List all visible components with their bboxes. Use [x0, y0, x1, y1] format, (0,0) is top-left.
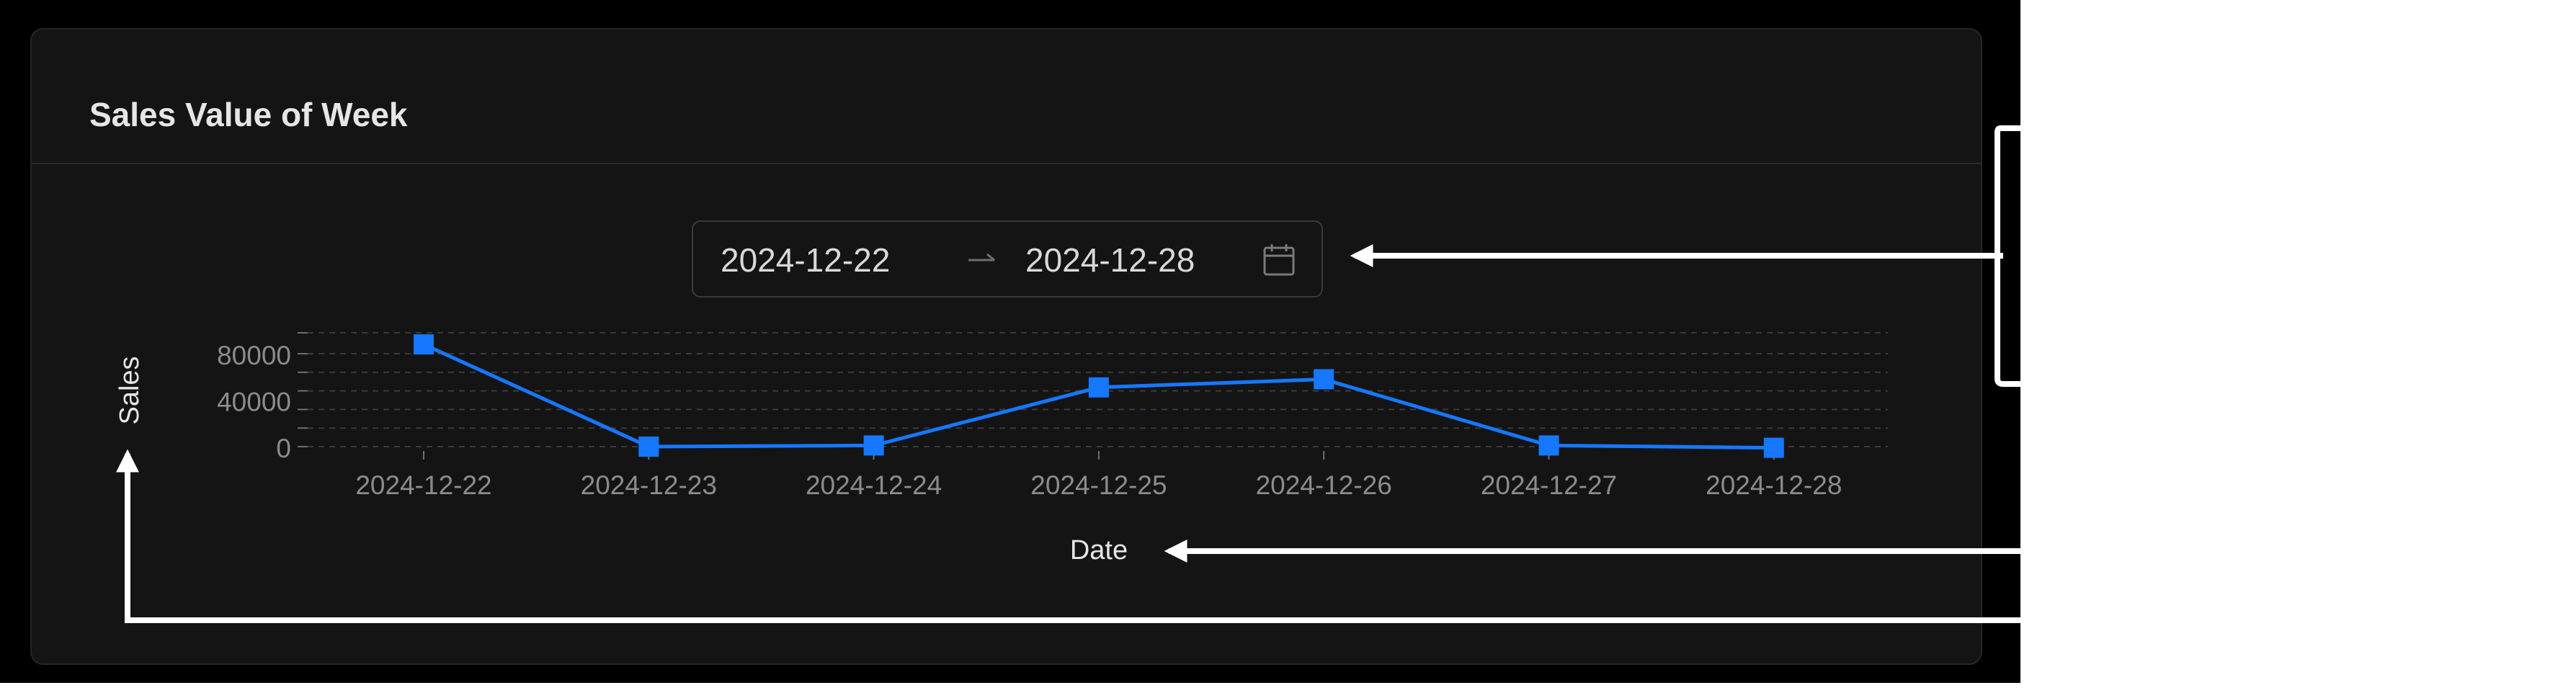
data-point — [414, 334, 434, 355]
x-tick-label: 2024-12-26 — [1256, 470, 1392, 500]
x-tick-label: 2024-12-27 — [1481, 470, 1617, 500]
x-tick-label: 2024-12-28 — [1706, 470, 1842, 500]
x-axis-label: Date — [1070, 535, 1128, 565]
y-tick-label: 40000 — [217, 388, 291, 417]
x-tick-label: 2024-12-23 — [581, 470, 717, 500]
data-point — [638, 437, 659, 457]
x-tick-label: 2024-12-22 — [355, 470, 491, 500]
x-tick-label: 2024-12-25 — [1030, 470, 1167, 500]
y-axis-label: Sales — [115, 356, 145, 424]
data-point — [1538, 435, 1559, 456]
data-point — [1763, 437, 1784, 458]
data-point — [1314, 369, 1334, 390]
x-tick-label: 2024-12-24 — [806, 470, 942, 500]
data-point — [863, 435, 884, 456]
data-point — [1088, 377, 1109, 398]
sales-line-chart: 80000 40000 0 2024-12-22 2024-12-23 2024-12-2… — [115, 331, 1888, 565]
y-tick-label: 0 — [276, 434, 291, 463]
y-tick-label: 80000 — [217, 341, 291, 370]
